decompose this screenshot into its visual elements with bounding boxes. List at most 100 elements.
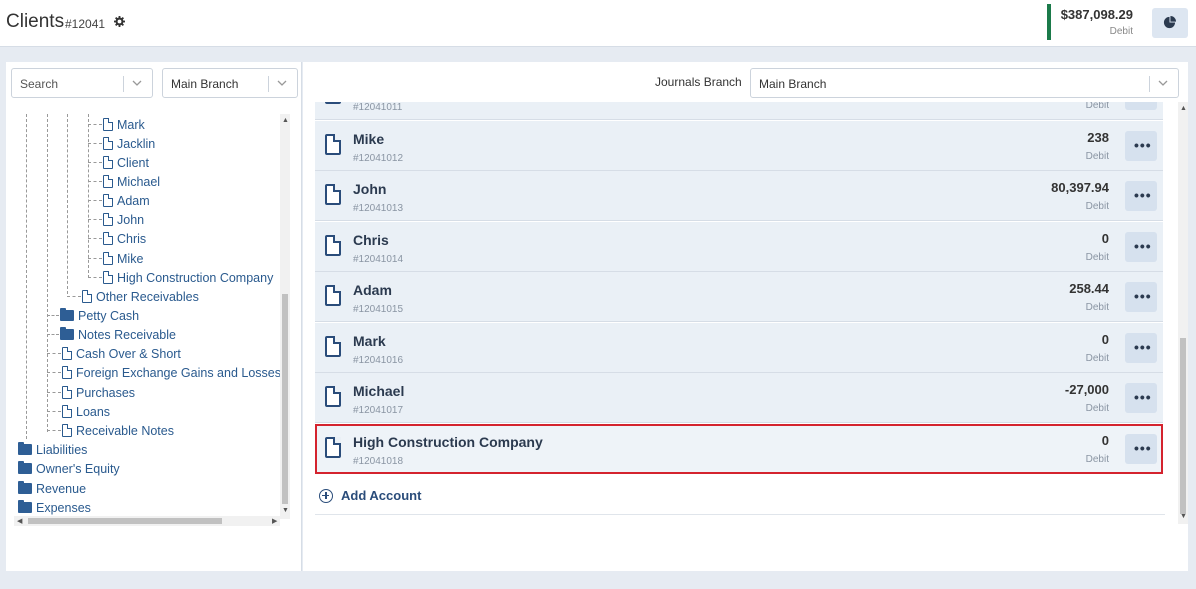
pie-chart-button[interactable] [1152,8,1188,38]
account-balance-type: Debit [1085,252,1109,263]
tree-item-cash-over-short[interactable]: Cash Over & Short [62,344,181,363]
more-button[interactable]: ••• [1125,434,1157,464]
tree-item-client[interactable]: Adam [103,191,150,210]
tree-horizontal-scrollbar[interactable]: ◀ ▶ [14,516,280,526]
account-amount: 0 [1101,231,1109,246]
more-icon: ••• [1134,389,1152,405]
account-id: #12041015 [353,304,404,315]
account-id: #12041013 [353,203,404,214]
tree-item-notes-receivable[interactable]: Notes Receivable [60,325,176,344]
tree-item-revenue[interactable]: Revenue [18,479,86,498]
list-item[interactable]: Chris #12041014 0 Debit ••• [315,222,1163,272]
more-button[interactable]: ••• [1125,282,1157,312]
tree-item-client[interactable]: Mark [103,115,145,134]
accounts-list-panel: Journals Branch Main Branch #12041011 De… [303,62,1188,571]
balance-amount: $387,098.29 [1060,7,1133,22]
file-icon [82,290,92,303]
list-vertical-scrollbar[interactable]: ▲ ▼ [1178,102,1188,524]
account-amount: -27,000 [1064,382,1109,397]
tree-item-other-receivables[interactable]: Other Receivables [82,287,199,306]
scroll-down-icon[interactable]: ▼ [282,507,289,514]
more-button[interactable] [1125,102,1157,110]
tree-item-expenses[interactable]: Expenses [18,498,91,517]
scroll-left-icon[interactable]: ◀ [17,517,22,525]
folder-icon [18,481,32,494]
list-item[interactable]: Mike #12041012 238 Debit ••• [315,121,1163,171]
scroll-up-icon[interactable]: ▲ [1180,105,1187,112]
account-id: #12041011 [353,102,403,113]
file-icon [325,285,341,306]
more-button[interactable]: ••• [1125,181,1157,211]
tree-item-client[interactable]: Chris [103,229,146,248]
client-id: #12041 [65,17,106,31]
file-icon [103,118,113,131]
file-icon [325,184,341,205]
account-balance-type: Debit [1085,403,1109,414]
file-icon [325,386,341,407]
more-button[interactable]: ••• [1125,383,1157,413]
journals-branch-value: Main Branch [759,77,827,91]
tree-vertical-scrollbar[interactable]: ▲ ▼ [280,114,290,519]
file-icon [325,437,341,458]
tree-item-receivable-notes[interactable]: Receivable Notes [62,421,174,440]
account-balance-type: Debit [1085,102,1109,111]
list-item[interactable]: Adam #12041015 258.44 Debit ••• [315,272,1163,322]
account-balance-type: Debit [1085,302,1109,313]
folder-icon [60,327,74,340]
more-button[interactable]: ••• [1125,232,1157,262]
journals-branch-select[interactable]: Main Branch [750,68,1179,98]
add-account-label: Add Account [341,488,422,503]
tree-item-client[interactable]: Jacklin [103,134,155,153]
account-name[interactable]: Mark [353,333,386,349]
tree-item-purchases[interactable]: Purchases [62,383,135,402]
account-amount: 0 [1101,332,1109,347]
search-select[interactable]: Search [11,68,153,98]
chevron-down-icon [132,80,142,86]
tree-item-client[interactable]: Client [103,153,149,172]
balance-card: $387,098.29 Debit [1047,4,1139,40]
tree-item-client[interactable]: Michael [103,172,160,191]
add-account-button[interactable]: Add Account [319,488,421,503]
file-icon [103,175,113,188]
file-icon [103,137,113,150]
account-balance-type: Debit [1085,353,1109,364]
folder-icon [60,308,74,321]
list-item-selected[interactable]: High Construction Company #12041018 0 De… [315,424,1163,474]
account-balance-type: Debit [1085,151,1109,162]
tree-item-liabilities[interactable]: Liabilities [18,440,87,459]
account-amount: 258.44 [1069,281,1109,296]
balance-type: Debit [1109,26,1133,37]
tree-item-client[interactable]: High Construction Company [103,268,273,287]
more-icon: ••• [1134,288,1152,304]
tree-item-loans[interactable]: Loans [62,402,110,421]
account-name[interactable]: Mike [353,131,384,147]
file-icon [103,271,113,284]
more-button[interactable]: ••• [1125,333,1157,363]
tree-item-petty-cash[interactable]: Petty Cash [60,306,139,325]
chevron-down-icon [1158,80,1168,86]
list-item[interactable]: Mark #12041016 0 Debit ••• [315,323,1163,373]
account-id: #12041016 [353,355,404,366]
account-name[interactable]: Chris [353,232,389,248]
tree-item-client[interactable]: John [103,210,144,229]
scroll-down-icon[interactable]: ▼ [1180,513,1187,520]
list-item[interactable]: Michael #12041017 -27,000 Debit ••• [315,373,1163,423]
list-item[interactable]: #12041011 Debit [315,102,1163,120]
more-icon: ••• [1134,339,1152,355]
tree-item-fx-gains[interactable]: Foreign Exchange Gains and Losses [62,363,281,382]
list-item[interactable]: John #12041013 80,397.94 Debit ••• [315,171,1163,221]
folder-icon [18,442,32,455]
more-button[interactable]: ••• [1125,131,1157,161]
branch-select[interactable]: Main Branch [162,68,298,98]
account-amount: 0 [1101,433,1109,448]
gear-icon[interactable] [114,15,125,30]
account-name[interactable]: High Construction Company [353,434,543,450]
scroll-right-icon[interactable]: ▶ [272,517,277,525]
account-name[interactable]: John [353,181,386,197]
scroll-up-icon[interactable]: ▲ [282,117,289,124]
tree-item-owners-equity[interactable]: Owner's Equity [18,459,120,478]
file-icon [325,336,341,357]
account-name[interactable]: Michael [353,383,404,399]
tree-item-client[interactable]: Mike [103,249,143,268]
account-name[interactable]: Adam [353,282,392,298]
